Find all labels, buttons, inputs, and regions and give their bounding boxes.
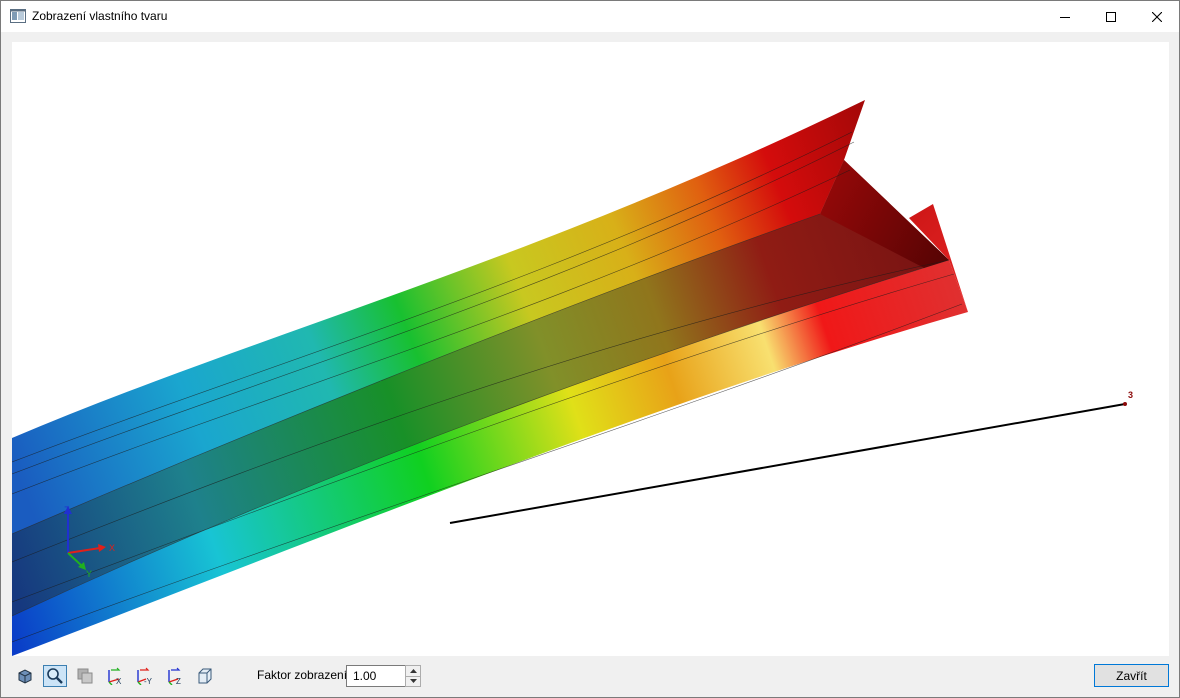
box-view-icon: [198, 668, 212, 684]
close-window-button[interactable]: [1134, 1, 1180, 32]
close-icon: [1152, 11, 1162, 22]
svg-text:Z: Z: [176, 677, 181, 685]
factor-spinner: [405, 665, 421, 687]
axis-x-label: X: [109, 543, 115, 553]
axis-y-label: Y: [86, 569, 92, 579]
close-button[interactable]: Zavřít: [1094, 664, 1169, 687]
box-view-button[interactable]: [193, 665, 217, 687]
view-minus-y-icon: -Y: [137, 667, 153, 685]
render-mode-button[interactable]: [73, 665, 97, 687]
view-z-button[interactable]: Z: [163, 665, 187, 687]
maximize-button[interactable]: [1088, 1, 1134, 32]
maximize-icon: [1106, 11, 1116, 22]
chevron-down-icon: [409, 679, 417, 683]
factor-label: Faktor zobrazení:: [257, 668, 351, 682]
view-minus-y-button[interactable]: -Y: [133, 665, 157, 687]
chevron-up-icon: [409, 669, 417, 673]
view-z-icon: Z: [168, 667, 181, 685]
zoom-icon: [47, 668, 63, 684]
view-x-icon: X: [108, 667, 122, 685]
minimize-icon: [1060, 16, 1070, 18]
minimize-button[interactable]: [1042, 1, 1088, 32]
mode-shape-render: 3 Z X Y: [12, 100, 1133, 656]
svg-text:X: X: [116, 677, 122, 685]
spin-down-button[interactable]: [406, 676, 420, 686]
axis-z-label: Z: [64, 505, 70, 515]
render-mode-icon: [77, 668, 93, 684]
window-title: Zobrazení vlastního tvaru: [32, 9, 168, 23]
title-bar: Zobrazení vlastního tvaru: [1, 1, 1179, 32]
node-label: 3: [1128, 390, 1133, 400]
bottom-toolbar: X -Y Z Faktor zobrazení: 1.00 Zavřít: [1, 661, 1179, 697]
iso-view-button[interactable]: [13, 665, 37, 687]
dialog-window: Zobrazení vlastního tvaru 3 Z X Y X -Y Z…: [0, 0, 1180, 698]
zoom-button[interactable]: [43, 665, 67, 687]
view-x-button[interactable]: X: [103, 665, 127, 687]
node-3-marker: [1123, 402, 1127, 406]
factor-input[interactable]: 1.00: [346, 665, 406, 687]
app-icon: [10, 9, 26, 23]
svg-text:-Y: -Y: [144, 677, 153, 685]
model-viewport[interactable]: 3 Z X Y: [12, 42, 1169, 656]
iso-view-icon: [18, 669, 32, 684]
